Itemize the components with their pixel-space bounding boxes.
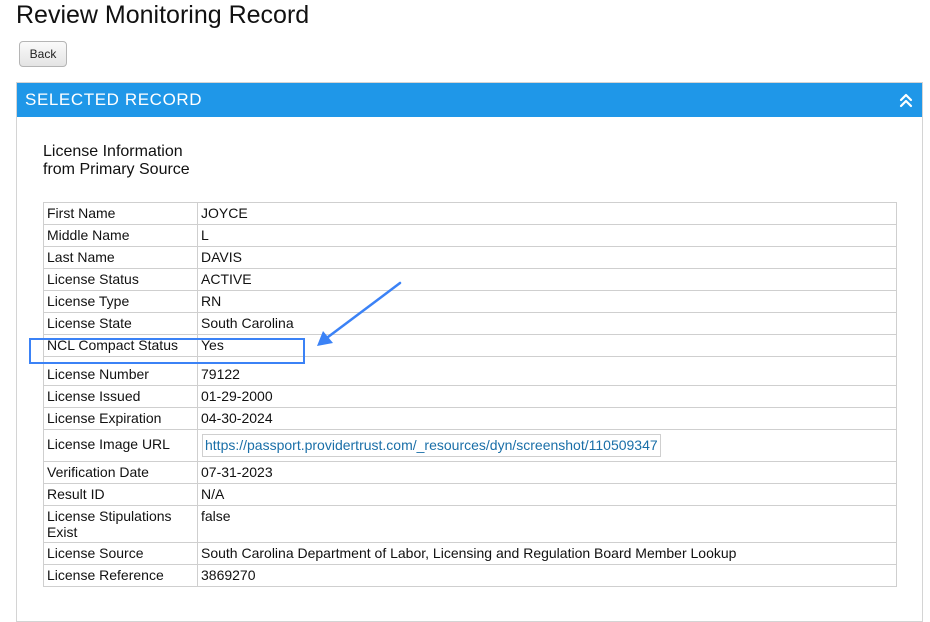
row-label: Result ID <box>43 483 198 506</box>
row-value: DAVIS <box>197 246 897 269</box>
table-row-ncl-compact: NCL Compact Status Yes <box>43 334 897 357</box>
row-value: ACTIVE <box>197 268 897 291</box>
table-row: Result ID N/A <box>43 483 897 506</box>
table-row: Verification Date 07-31-2023 <box>43 461 897 484</box>
table-row: License Image URL https://passport.provi… <box>43 429 897 462</box>
row-label: Last Name <box>43 246 198 269</box>
row-label: License Issued <box>43 385 198 408</box>
row-value: false <box>197 505 897 543</box>
row-value: Yes <box>197 334 897 357</box>
row-value: 3869270 <box>197 564 897 587</box>
row-label: License Status <box>43 268 198 291</box>
row-value: 07-31-2023 <box>197 461 897 484</box>
row-value: N/A <box>197 483 897 506</box>
panel-header[interactable]: SELECTED RECORD <box>17 83 922 117</box>
row-label: First Name <box>43 202 198 225</box>
panel-title: SELECTED RECORD <box>25 90 203 109</box>
row-label: License Source <box>43 542 198 565</box>
row-value: RN <box>197 290 897 313</box>
table-row: License Expiration 04-30-2024 <box>43 407 897 430</box>
back-button[interactable]: Back <box>19 41 67 67</box>
row-label: License Number <box>43 356 198 386</box>
row-label: Middle Name <box>43 224 198 247</box>
row-value: 79122 <box>197 356 897 386</box>
row-label: License Type <box>43 290 198 313</box>
row-label: License Image URL <box>43 429 198 462</box>
row-value: 04-30-2024 <box>197 407 897 430</box>
section-heading: License Information from Primary Source <box>43 143 190 178</box>
page-title: Review Monitoring Record <box>16 1 310 29</box>
table-row: License Reference 3869270 <box>43 564 897 587</box>
row-label: NCL Compact Status <box>43 334 198 357</box>
row-value-cell: https://passport.providertrust.com/_reso… <box>197 429 897 462</box>
row-value: South Carolina <box>197 312 897 335</box>
table-row: License Issued 01-29-2000 <box>43 385 897 408</box>
chevron-double-up-icon[interactable] <box>898 91 914 109</box>
table-row: License Type RN <box>43 290 897 313</box>
row-value: 01-29-2000 <box>197 385 897 408</box>
table-row: Middle Name L <box>43 224 897 247</box>
table-row: License Source South Carolina Department… <box>43 542 897 565</box>
table-row: Last Name DAVIS <box>43 246 897 269</box>
row-label: License Reference <box>43 564 198 587</box>
row-label: License Expiration <box>43 407 198 430</box>
table-row: License Status ACTIVE <box>43 268 897 291</box>
license-info-table: First Name JOYCE Middle Name L Last Name… <box>43 202 897 587</box>
table-row: License Stipulations Exist false <box>43 505 897 543</box>
row-label: License State <box>43 312 198 335</box>
table-row: License State South Carolina <box>43 312 897 335</box>
row-value: L <box>197 224 897 247</box>
selected-record-panel: SELECTED RECORD License Information from… <box>16 82 923 622</box>
row-label: Verification Date <box>43 461 198 484</box>
row-label: License Stipulations Exist <box>43 505 198 543</box>
license-image-url-link[interactable]: https://passport.providertrust.com/_reso… <box>202 434 661 457</box>
table-row: License Number 79122 <box>43 356 897 386</box>
row-value: JOYCE <box>197 202 897 225</box>
table-row: First Name JOYCE <box>43 202 897 225</box>
row-value: South Carolina Department of Labor, Lice… <box>197 542 897 565</box>
